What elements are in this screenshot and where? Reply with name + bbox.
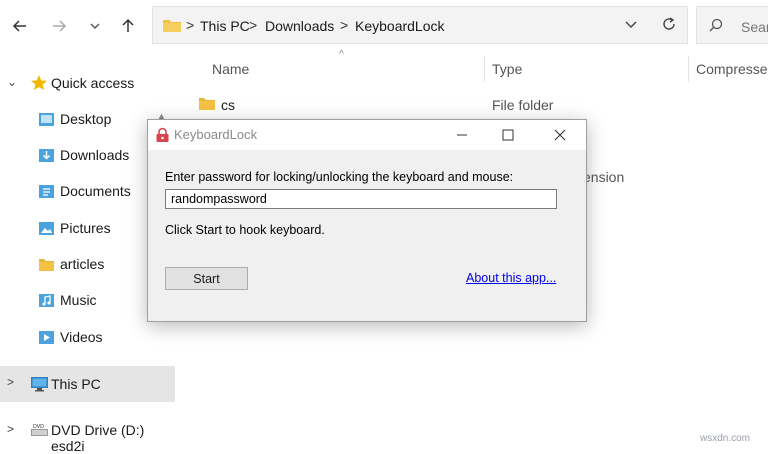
downloads-folder-icon <box>38 148 55 168</box>
column-divider[interactable] <box>688 56 689 82</box>
password-prompt-label: Enter password for locking/unlocking the… <box>165 170 514 184</box>
status-label: Click Start to hook keyboard. <box>165 223 325 237</box>
close-icon <box>554 129 566 141</box>
chevron-right-icon[interactable]: > <box>7 375 14 389</box>
videos-folder-icon <box>38 330 55 350</box>
file-type-partial: ension <box>583 169 625 185</box>
chevron-right-icon[interactable]: > <box>7 422 14 436</box>
file-type: File folder <box>492 97 554 113</box>
keyboardlock-dialog: KeyboardLock Enter password for locking/… <box>147 119 587 322</box>
file-name: cs <box>221 97 235 113</box>
pictures-folder-icon <box>38 221 55 241</box>
sidebar-item-label: This PC <box>51 376 101 392</box>
sidebar-item-label: Documents <box>60 183 131 199</box>
sidebar-item-videos[interactable]: Videos <box>0 319 175 355</box>
forward-button[interactable] <box>47 14 71 38</box>
folder-icon <box>38 257 55 277</box>
desktop-folder-icon <box>38 112 55 132</box>
maximize-button[interactable] <box>485 120 531 150</box>
minimize-icon <box>457 134 467 136</box>
sidebar-item-label: Quick access <box>51 75 135 91</box>
dvd-drive-icon: DVD <box>30 422 49 443</box>
column-header-name[interactable]: Name <box>212 61 249 77</box>
maximize-icon <box>502 129 514 141</box>
password-field[interactable] <box>165 189 557 209</box>
address-history-button[interactable] <box>623 16 639 37</box>
sidebar-item-label: Videos <box>60 329 103 345</box>
sort-ascending-icon: ^ <box>339 49 344 60</box>
search-box[interactable]: Sear <box>696 6 768 44</box>
address-bar[interactable]: > This PC > Downloads > KeyboardLock <box>152 6 688 44</box>
column-divider[interactable] <box>484 56 485 82</box>
breadcrumb-keyboardlock[interactable]: KeyboardLock <box>355 18 445 34</box>
sidebar-item-label: DVD Drive (D:) esd2i <box>51 422 145 454</box>
sidebar-item-label: Downloads <box>60 147 130 163</box>
breadcrumb-separator: > <box>340 17 349 33</box>
folder-icon <box>198 96 216 116</box>
chevron-down-icon <box>90 23 100 29</box>
arrow-up-icon <box>122 18 134 32</box>
refresh-button[interactable] <box>661 16 677 37</box>
documents-folder-icon <box>38 184 55 204</box>
dialog-title-bar[interactable]: KeyboardLock <box>148 120 586 150</box>
music-folder-icon <box>38 293 55 313</box>
dialog-title: KeyboardLock <box>174 127 258 142</box>
about-app-link[interactable]: About this app... <box>466 271 556 285</box>
close-button[interactable] <box>537 120 583 150</box>
chevron-down-icon <box>625 21 637 28</box>
sidebar-item-label: articles <box>60 256 105 272</box>
search-placeholder: Sear <box>741 19 768 35</box>
recent-locations-button[interactable] <box>83 14 107 38</box>
breadcrumb-this-pc[interactable]: This PC <box>200 18 250 34</box>
sidebar-item-quick-access[interactable]: ⌄ Quick access <box>0 65 175 101</box>
sidebar-item-label: Pictures <box>60 220 111 236</box>
sidebar-item-dvd-drive[interactable]: > DVD DVD Drive (D:) esd2i <box>0 412 175 454</box>
arrow-right-icon <box>53 20 67 32</box>
star-icon <box>30 74 48 97</box>
arrow-left-icon <box>12 20 26 32</box>
column-header-compressed[interactable]: Compressed <box>696 61 768 77</box>
breadcrumb-separator: > <box>186 17 195 33</box>
refresh-icon <box>663 17 675 30</box>
sidebar-item-label: Music <box>60 292 97 308</box>
lock-icon <box>155 127 170 148</box>
sidebar-item-this-pc[interactable]: > This PC <box>0 366 175 402</box>
search-icon <box>709 18 723 37</box>
minimize-button[interactable] <box>439 120 485 150</box>
watermark: wsxdn.com <box>700 433 751 444</box>
start-button[interactable]: Start <box>165 267 248 290</box>
column-header-type[interactable]: Type <box>492 61 522 77</box>
breadcrumb-downloads[interactable]: Downloads <box>265 18 334 34</box>
svg-text:DVD: DVD <box>33 424 44 430</box>
up-button[interactable] <box>116 14 140 38</box>
sidebar-item-label: Desktop <box>60 111 112 127</box>
breadcrumb-separator: > <box>249 17 258 33</box>
chevron-down-icon[interactable]: ⌄ <box>7 75 17 89</box>
folder-icon <box>162 17 182 38</box>
back-button[interactable] <box>8 14 32 38</box>
monitor-icon <box>30 376 49 397</box>
